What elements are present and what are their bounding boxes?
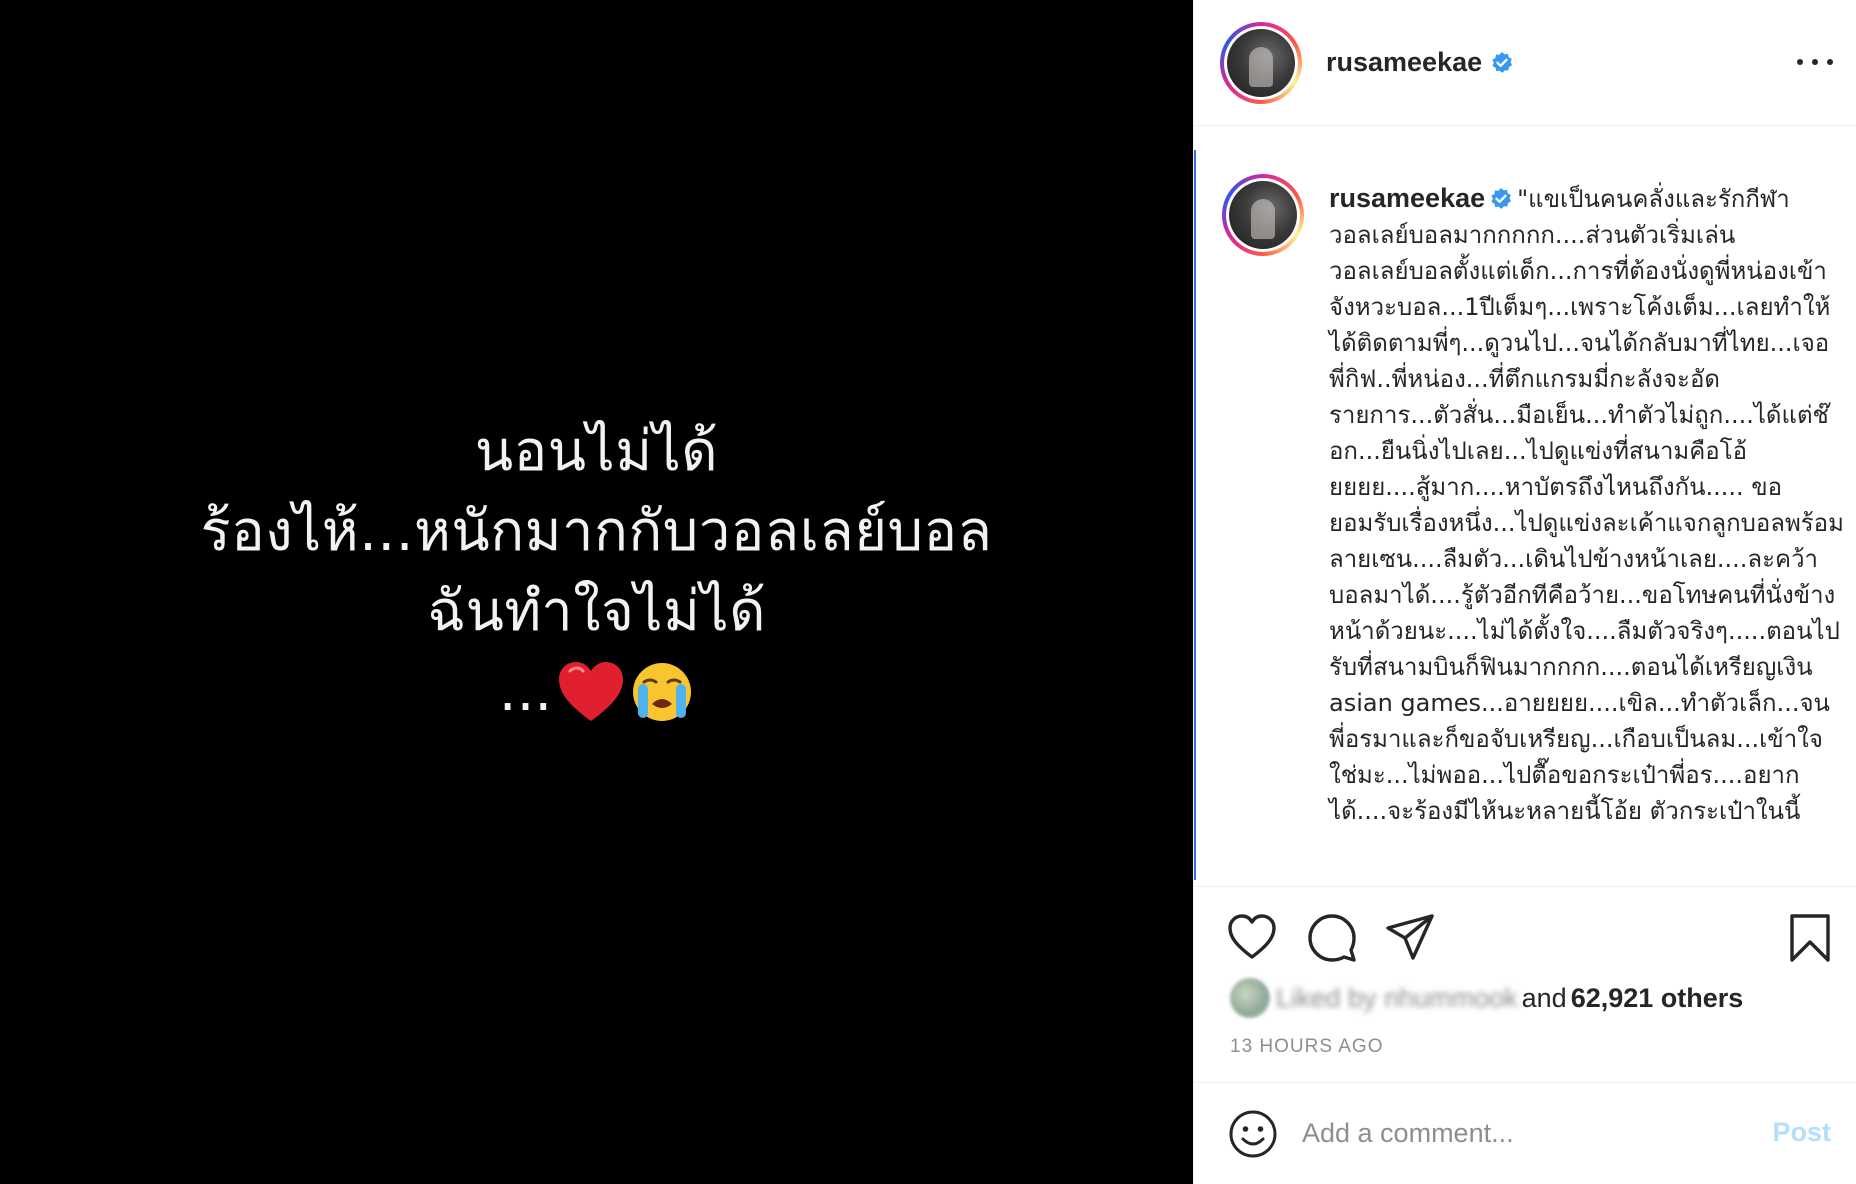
post-header: rusameekae	[1194, 0, 1856, 126]
share-button[interactable]	[1384, 912, 1436, 964]
likes-and: and	[1521, 982, 1567, 1013]
emoji-icon[interactable]	[1228, 1109, 1278, 1159]
caption-avatar-photo	[1229, 181, 1297, 249]
post-side-panel: rusameekae rusameekae "แขเป็นคนคลั่งและร…	[1193, 0, 1856, 1184]
caption-username[interactable]: rusameekae	[1329, 183, 1485, 213]
heart-outline-icon	[1228, 914, 1276, 959]
image-ellipsis: ...	[498, 659, 553, 724]
comment-input[interactable]	[1302, 1118, 1742, 1149]
avatar-photo	[1227, 28, 1295, 97]
comment-button[interactable]	[1306, 912, 1358, 964]
comment-bar: Post	[1194, 1082, 1856, 1184]
image-text-line-3: ฉันทำใจไม่ได้	[426, 579, 767, 644]
actions-divider	[1194, 886, 1856, 887]
like-button[interactable]	[1226, 912, 1278, 964]
caption-avatar[interactable]	[1222, 174, 1304, 256]
post-image: นอนไม่ได้ ร้องไห้...หนักมากกับวอลเลย์บอล…	[0, 0, 1193, 1184]
more-options-button[interactable]	[1797, 50, 1833, 74]
comment-icon	[1308, 914, 1356, 962]
caption-text: rusameekae "แขเป็นคนคลั่งและรักกีฬาวอลเล…	[1329, 180, 1844, 829]
likes-count[interactable]: 62,921 others	[1571, 983, 1744, 1014]
post-button[interactable]: Post	[1772, 1117, 1831, 1148]
save-button[interactable]	[1784, 912, 1836, 964]
post-timestamp[interactable]: 13 HOURS AGO	[1230, 1036, 1384, 1058]
caption-section: rusameekae "แขเป็นคนคลั่งและรักกีฬาวอลเล…	[1194, 150, 1856, 880]
liked-by-blurred: Liked by nhummook	[1276, 982, 1518, 1013]
image-text-line-2: ร้องไห้...หนักมากกับวอลเลย์บอล	[200, 499, 993, 564]
image-text-line-1: นอนไม่ได้	[474, 419, 719, 484]
verified-badge-icon	[1491, 188, 1512, 209]
loudly-crying-face-icon	[633, 663, 692, 721]
post-actions	[1194, 888, 1856, 988]
bookmark-icon	[1790, 914, 1830, 962]
red-heart-icon	[559, 662, 624, 721]
caption-body-text: "แขเป็นคนคลั่งและรักกีฬาวอลเลย์บอลมากกกก…	[1329, 185, 1844, 825]
post-image-text: นอนไม่ได้ ร้องไห้...หนักมากกับวอลเลย์บอล…	[200, 412, 992, 732]
likes-summary[interactable]: Liked by nhummook and 62,921 others	[1230, 978, 1743, 1018]
avatar[interactable]	[1220, 21, 1302, 104]
share-icon	[1386, 914, 1434, 960]
header-username[interactable]: rusameekae	[1326, 47, 1482, 78]
verified-badge-icon	[1492, 51, 1513, 73]
image-emoji-line: ...	[200, 652, 992, 732]
liker-avatar	[1230, 978, 1270, 1018]
